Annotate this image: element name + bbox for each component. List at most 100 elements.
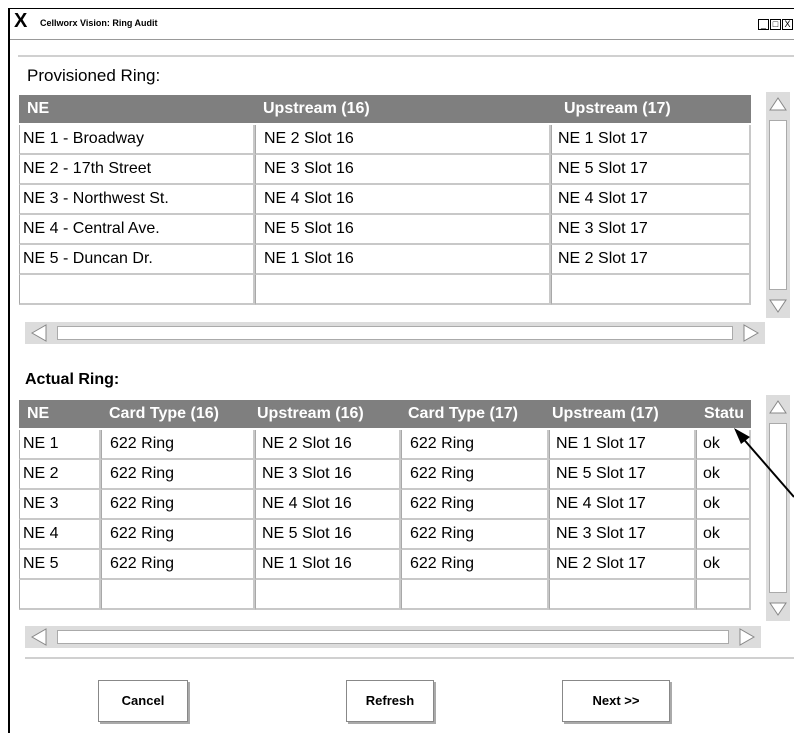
table-cell[interactable] — [19, 275, 255, 305]
table-cell[interactable]: 622 Ring — [101, 550, 255, 580]
table-row[interactable]: NE 1 622 Ring NE 2 Slot 16 622 Ring NE 1 Slo… — [19, 430, 751, 460]
table-cell[interactable] — [401, 580, 549, 610]
table-cell[interactable]: 622 Ring — [401, 520, 549, 550]
scroll-up-arrow-icon[interactable] — [768, 94, 788, 114]
table-cell[interactable]: NE 5 Slot 16 — [255, 520, 401, 550]
table-cell[interactable]: NE 3 Slot 16 — [255, 460, 401, 490]
next-button[interactable]: Next >> — [562, 680, 670, 722]
scrollbar-track[interactable] — [57, 326, 733, 340]
table-cell[interactable]: NE 2 — [19, 460, 101, 490]
table-row[interactable]: NE 1 - Broadway NE 2 Slot 16 NE 1 Slot 17 — [19, 125, 751, 155]
scroll-left-arrow-icon[interactable] — [29, 627, 49, 647]
scroll-up-arrow-icon[interactable] — [768, 397, 788, 417]
provisioned-ring-table: NE Upstream (16) Upstream (17) NE 1 - Br… — [19, 95, 751, 311]
table-cell[interactable]: 622 Ring — [401, 490, 549, 520]
scrollbar-track[interactable] — [769, 120, 787, 290]
table-cell[interactable]: NE 1 - Broadway — [19, 125, 255, 155]
table-cell[interactable]: 622 Ring — [101, 520, 255, 550]
scroll-left-arrow-icon[interactable] — [29, 323, 49, 343]
table-cell[interactable]: ok — [696, 520, 751, 550]
scroll-down-arrow-icon[interactable] — [768, 296, 788, 316]
table-cell[interactable]: NE 2 Slot 16 — [255, 125, 551, 155]
table-row[interactable]: NE 3 - Northwest St. NE 4 Slot 16 NE 4 Slo… — [19, 185, 751, 215]
table-cell[interactable] — [551, 275, 751, 305]
table-cell[interactable]: 622 Ring — [101, 430, 255, 460]
column-header-upstream-16[interactable]: Upstream (16) — [257, 400, 407, 428]
top-separator — [18, 55, 794, 57]
window-title: Cellworx Vision: Ring Audit — [40, 18, 158, 28]
maximize-button[interactable]: □ — [770, 19, 781, 30]
table-row[interactable]: NE 4 - Central Ave. NE 5 Slot 16 NE 3 Slot… — [19, 215, 751, 245]
minimize-button[interactable]: _ — [758, 19, 769, 30]
table-row[interactable]: NE 3 622 Ring NE 4 Slot 16 622 Ring NE 4 Slo… — [19, 490, 751, 520]
table-row[interactable]: NE 5 622 Ring NE 1 Slot 16 622 Ring NE 2 Slo… — [19, 550, 751, 580]
table-cell[interactable] — [255, 580, 401, 610]
table-cell[interactable]: ok — [696, 550, 751, 580]
table-cell[interactable]: NE 1 Slot 17 — [549, 430, 696, 460]
column-header-upstream-17[interactable]: Upstream (17) — [564, 95, 744, 123]
table-cell[interactable]: NE 4 Slot 16 — [255, 185, 551, 215]
table-row[interactable]: NE 2 - 17th Street NE 3 Slot 16 NE 5 Slot … — [19, 155, 751, 185]
table-row[interactable]: NE 4 622 Ring NE 5 Slot 16 622 Ring NE 3 Slo… — [19, 520, 751, 550]
table-row[interactable]: NE 5 - Duncan Dr. NE 1 Slot 16 NE 2 Slot 1… — [19, 245, 751, 275]
actual-horizontal-scrollbar[interactable] — [25, 626, 761, 648]
provisioned-table-header: NE Upstream (16) Upstream (17) — [19, 95, 751, 123]
column-header-ne[interactable]: NE — [27, 95, 247, 123]
table-cell[interactable]: NE 4 Slot 17 — [549, 490, 696, 520]
table-cell[interactable]: NE 4 - Central Ave. — [19, 215, 255, 245]
column-header-upstream-17[interactable]: Upstream (17) — [552, 400, 702, 428]
table-cell[interactable]: NE 4 Slot 16 — [255, 490, 401, 520]
column-header-status[interactable]: Statu — [704, 400, 751, 428]
table-cell[interactable]: 622 Ring — [401, 550, 549, 580]
table-row[interactable] — [19, 275, 751, 305]
table-cell[interactable]: NE 5 Slot 16 — [255, 215, 551, 245]
scrollbar-track[interactable] — [57, 630, 729, 644]
table-cell[interactable] — [101, 580, 255, 610]
column-header-card-type-16[interactable]: Card Type (16) — [109, 400, 259, 428]
table-cell[interactable]: NE 5 - Duncan Dr. — [19, 245, 255, 275]
table-cell[interactable]: NE 1 Slot 16 — [255, 245, 551, 275]
table-cell[interactable]: 622 Ring — [401, 460, 549, 490]
table-cell[interactable]: NE 5 Slot 17 — [551, 155, 751, 185]
table-cell[interactable]: NE 3 Slot 17 — [551, 215, 751, 245]
close-button[interactable]: X — [782, 19, 793, 30]
provisioned-horizontal-scrollbar[interactable] — [25, 322, 765, 344]
scroll-down-arrow-icon[interactable] — [768, 599, 788, 619]
table-row[interactable] — [19, 580, 751, 610]
scroll-right-arrow-icon[interactable] — [737, 627, 757, 647]
provisioned-vertical-scrollbar[interactable] — [766, 92, 790, 318]
table-cell[interactable]: NE 3 — [19, 490, 101, 520]
table-cell[interactable]: NE 1 — [19, 430, 101, 460]
table-cell[interactable]: 622 Ring — [101, 490, 255, 520]
provisioned-ring-label: Provisioned Ring: — [27, 66, 161, 85]
column-header-ne[interactable]: NE — [27, 400, 97, 428]
refresh-button[interactable]: Refresh — [346, 680, 434, 722]
table-cell[interactable]: NE 3 - Northwest St. — [19, 185, 255, 215]
table-cell[interactable]: 622 Ring — [401, 430, 549, 460]
pointer-arrow-icon — [734, 428, 794, 498]
table-row[interactable]: NE 2 622 Ring NE 3 Slot 16 622 Ring NE 5 Slo… — [19, 460, 751, 490]
column-header-card-type-17[interactable]: Card Type (17) — [408, 400, 558, 428]
table-cell[interactable]: NE 3 Slot 17 — [549, 520, 696, 550]
table-cell[interactable]: NE 2 Slot 16 — [255, 430, 401, 460]
table-cell[interactable]: NE 1 Slot 16 — [255, 550, 401, 580]
table-cell[interactable]: NE 3 Slot 16 — [255, 155, 551, 185]
actual-table-header: NE Card Type (16) Upstream (16) Card Typ… — [19, 400, 751, 428]
table-cell[interactable]: NE 2 - 17th Street — [19, 155, 255, 185]
table-cell[interactable]: NE 5 — [19, 550, 101, 580]
table-cell[interactable]: NE 2 Slot 17 — [551, 245, 751, 275]
table-cell[interactable] — [255, 275, 551, 305]
table-cell[interactable] — [549, 580, 696, 610]
table-cell[interactable]: NE 4 Slot 17 — [551, 185, 751, 215]
cancel-button[interactable]: Cancel — [98, 680, 188, 722]
scroll-right-arrow-icon[interactable] — [741, 323, 761, 343]
table-cell[interactable] — [696, 580, 751, 610]
table-cell[interactable]: NE 4 — [19, 520, 101, 550]
table-cell[interactable]: NE 5 Slot 17 — [549, 460, 696, 490]
column-header-upstream-16[interactable]: Upstream (16) — [263, 95, 543, 123]
table-cell[interactable]: NE 2 Slot 17 — [549, 550, 696, 580]
app-logo-icon: X — [14, 10, 28, 32]
table-cell[interactable] — [19, 580, 101, 610]
table-cell[interactable]: 622 Ring — [101, 460, 255, 490]
table-cell[interactable]: NE 1 Slot 17 — [551, 125, 751, 155]
